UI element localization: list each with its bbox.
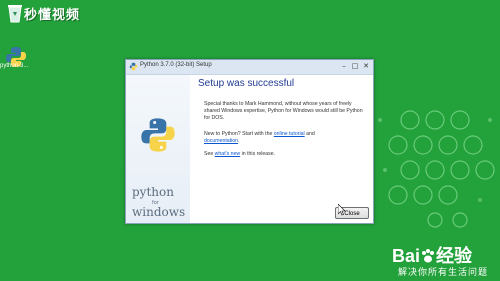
online-tutorial-link[interactable]: online tutorial	[274, 131, 305, 137]
dialog-title: Python 3.7.0 (32-bit) Setup	[140, 62, 212, 68]
setup-heading: Setup was successful	[198, 78, 295, 89]
documentation-link[interactable]: documentation	[204, 138, 238, 144]
python-logo-icon	[141, 118, 175, 152]
dialog-content: python for windows Setup was successful …	[126, 75, 373, 223]
baidu-slogan: 解决你所有生活问题	[398, 268, 489, 278]
brand-python-text: python	[132, 185, 174, 199]
new-to-python-paragraph: New to Python? Start with the online tut…	[204, 131, 364, 145]
thanks-paragraph: Special thanks to Mark Hammond, without …	[204, 101, 363, 121]
recycle-bin-icon[interactable]	[4, 2, 26, 24]
baidu-logo-suffix: 经验	[436, 246, 473, 266]
whats-new-link[interactable]: what's new	[215, 151, 241, 157]
p3-suffix: in this release.	[240, 151, 276, 157]
p2-prefix: New to Python? Start with the	[204, 131, 274, 137]
dialog-titlebar[interactable]: Python 3.7.0 (32-bit) Setup – □ ✕	[126, 60, 373, 75]
whats-new-paragraph: See what's new in this release.	[204, 151, 364, 158]
python-title-icon	[129, 62, 138, 71]
watermark-text: 秒懂视频	[24, 8, 81, 23]
window-close-button[interactable]: ✕	[361, 62, 371, 71]
python-installer-label: python-3...	[0, 63, 29, 69]
mouse-cursor-icon	[338, 204, 346, 216]
baidu-logo-text: Bai	[392, 246, 421, 266]
baidu-paw-icon	[422, 249, 435, 263]
python-side-panel: python for windows	[126, 75, 190, 223]
maximize-button[interactable]: □	[350, 62, 360, 71]
p2-middle: and	[304, 131, 315, 137]
p3-prefix: See	[204, 151, 215, 157]
minimize-button[interactable]: –	[339, 62, 349, 71]
python-setup-dialog: Python 3.7.0 (32-bit) Setup – □ ✕ python…	[125, 59, 374, 224]
p2-suffix: .	[238, 138, 240, 144]
brand-windows-text: windows	[132, 205, 186, 219]
